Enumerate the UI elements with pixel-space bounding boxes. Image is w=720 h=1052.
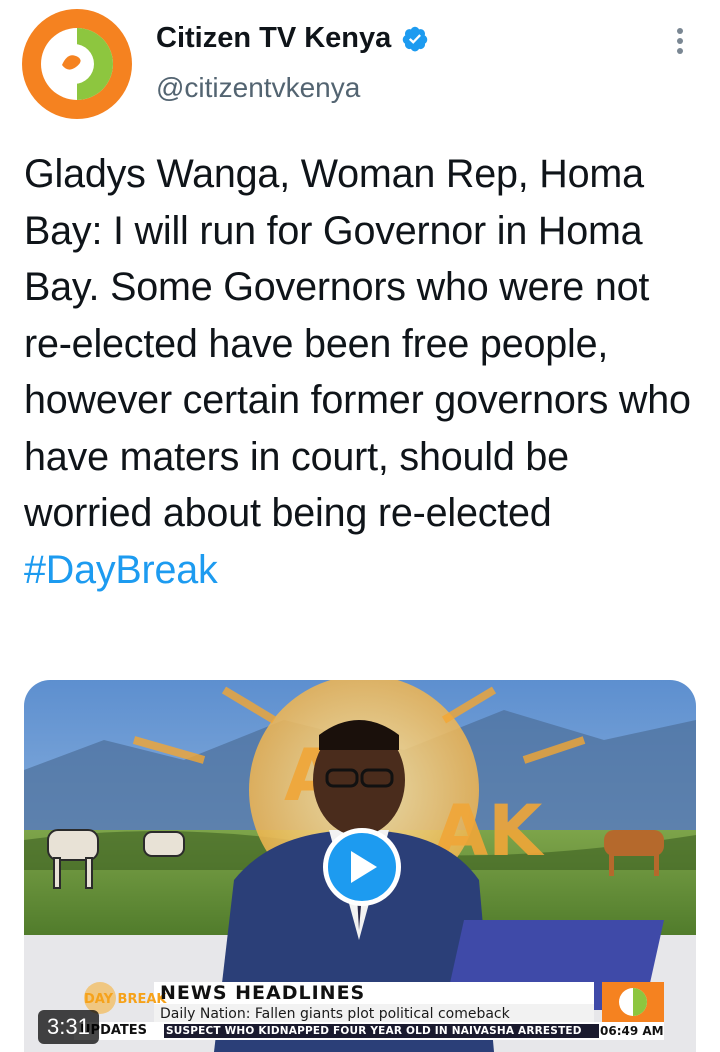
lower-third-clock: 06:49 AM <box>600 1024 664 1038</box>
video-duration-badge: 3:31 <box>38 1010 99 1044</box>
hashtag-link[interactable]: #DayBreak <box>24 542 704 599</box>
more-options-icon[interactable] <box>668 26 692 56</box>
play-icon <box>351 851 377 883</box>
daybreak-show-logo: DAY BREAK <box>84 992 167 1007</box>
account-handle[interactable]: @citizentvkenya <box>156 72 360 104</box>
display-name[interactable]: Citizen TV Kenya <box>156 22 429 55</box>
play-button[interactable] <box>323 828 401 906</box>
lower-third-ticker: SUSPECT WHO KIDNAPPED FOUR YEAR OLD IN N… <box>166 1025 582 1037</box>
avatar-citizen-tv-logo[interactable] <box>22 9 132 119</box>
display-name-text[interactable]: Citizen TV Kenya <box>156 22 391 55</box>
lower-third-headline: NEWS HEADLINES <box>160 982 366 1004</box>
tweet-text: Gladys Wanga, Woman Rep, Homa Bay: I wil… <box>24 152 691 535</box>
tweet-body: Gladys Wanga, Woman Rep, Homa Bay: I wil… <box>24 146 704 598</box>
verified-badge-icon <box>403 26 428 51</box>
lower-third-subline: Daily Nation: Fallen giants plot politic… <box>160 1006 510 1022</box>
